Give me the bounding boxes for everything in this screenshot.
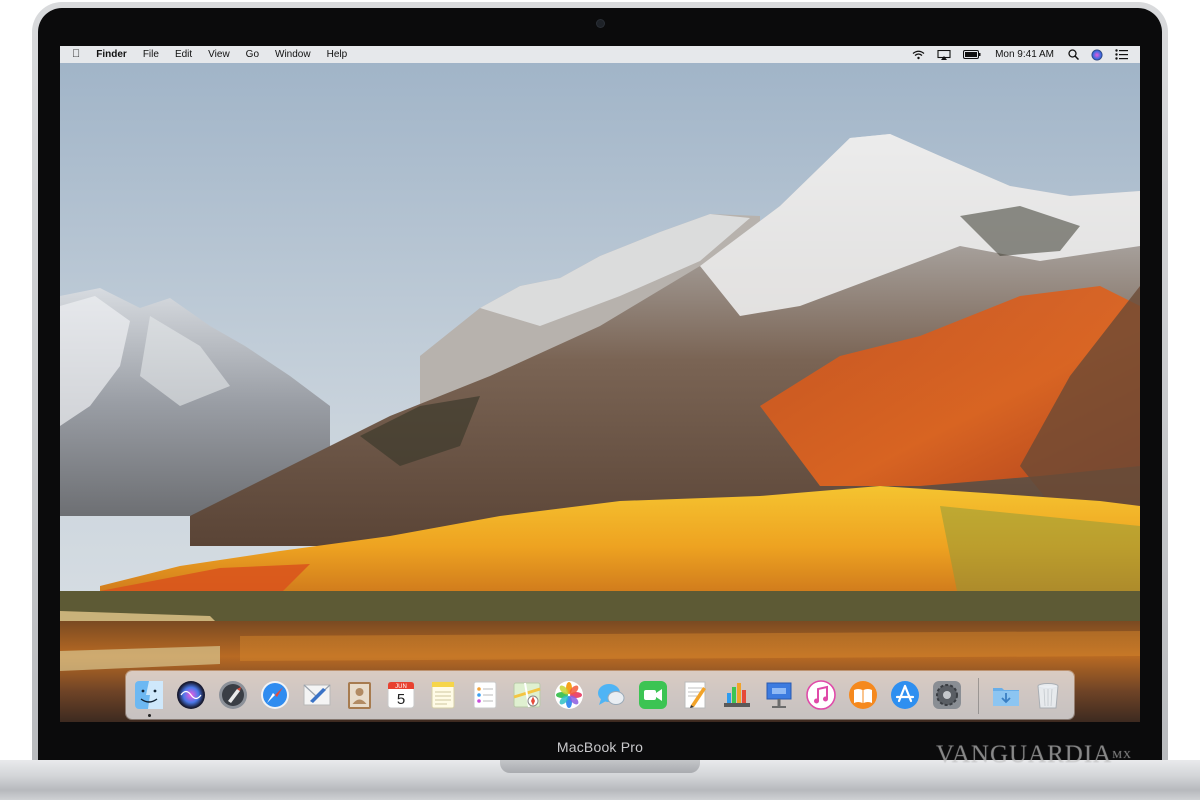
dock-contacts-icon[interactable] <box>343 679 375 711</box>
dock-trash-icon[interactable] <box>1032 679 1064 711</box>
menu-help[interactable]: Help <box>319 46 356 63</box>
dock-siri-icon[interactable] <box>175 679 207 711</box>
dock-numbers-icon[interactable] <box>721 679 753 711</box>
dock-notes-icon[interactable] <box>427 679 459 711</box>
dock-pages-icon[interactable] <box>679 679 711 711</box>
desktop-screen:  Finder File Edit View Go Window Help M… <box>60 46 1140 722</box>
spotlight-search-icon[interactable] <box>1062 46 1085 63</box>
dock-divider <box>978 678 979 714</box>
laptop-base-notch <box>500 760 700 773</box>
finder-running-indicator <box>148 714 151 717</box>
notification-center-icon[interactable] <box>1109 46 1134 63</box>
dock-ibooks-icon[interactable] <box>847 679 879 711</box>
menu-app-name[interactable]: Finder <box>88 46 135 63</box>
dock-mail-icon[interactable] <box>301 679 333 711</box>
dock-itunes-icon[interactable] <box>805 679 837 711</box>
watermark-text: VANGUARDIA <box>936 741 1113 768</box>
dock-facetime-icon[interactable] <box>637 679 669 711</box>
camera-icon <box>597 20 604 27</box>
menu-window[interactable]: Window <box>267 46 319 63</box>
dock-photos-icon[interactable] <box>553 679 585 711</box>
calendar-day-label: 5 <box>397 691 405 708</box>
dock-messages-icon[interactable] <box>595 679 627 711</box>
menu-go[interactable]: Go <box>238 46 267 63</box>
calendar-month-label: JUN <box>395 684 407 690</box>
siri-icon[interactable] <box>1085 46 1109 63</box>
menu-file[interactable]: File <box>135 46 167 63</box>
apple-logo-icon[interactable]:  <box>60 46 88 63</box>
wifi-icon[interactable] <box>906 46 931 63</box>
watermark-mark: MX <box>1112 749 1132 761</box>
airplay-icon[interactable] <box>931 46 957 63</box>
dock-keynote-icon[interactable] <box>763 679 795 711</box>
dock-finder-icon[interactable] <box>133 679 165 711</box>
dock-reminders-icon[interactable] <box>469 679 501 711</box>
dock-safari-icon[interactable] <box>259 679 291 711</box>
desktop-wallpaper <box>60 46 1140 722</box>
battery-icon[interactable] <box>957 46 987 63</box>
menu-view[interactable]: View <box>200 46 238 63</box>
dock-downloads-folder-icon[interactable] <box>990 679 1022 711</box>
menu-bar:  Finder File Edit View Go Window Help M… <box>60 46 1140 63</box>
menu-clock[interactable]: Mon 9:41 AM <box>987 46 1062 63</box>
dock-maps-icon[interactable] <box>511 679 543 711</box>
dock-launchpad-icon[interactable] <box>217 679 249 711</box>
dock-calendar-icon[interactable]: JUN 5 <box>385 679 417 711</box>
watermark: VANGUARDIAMX <box>936 740 1196 770</box>
dock-system-preferences-icon[interactable] <box>931 679 963 711</box>
menu-edit[interactable]: Edit <box>167 46 200 63</box>
dock-app-store-icon[interactable] <box>889 679 921 711</box>
